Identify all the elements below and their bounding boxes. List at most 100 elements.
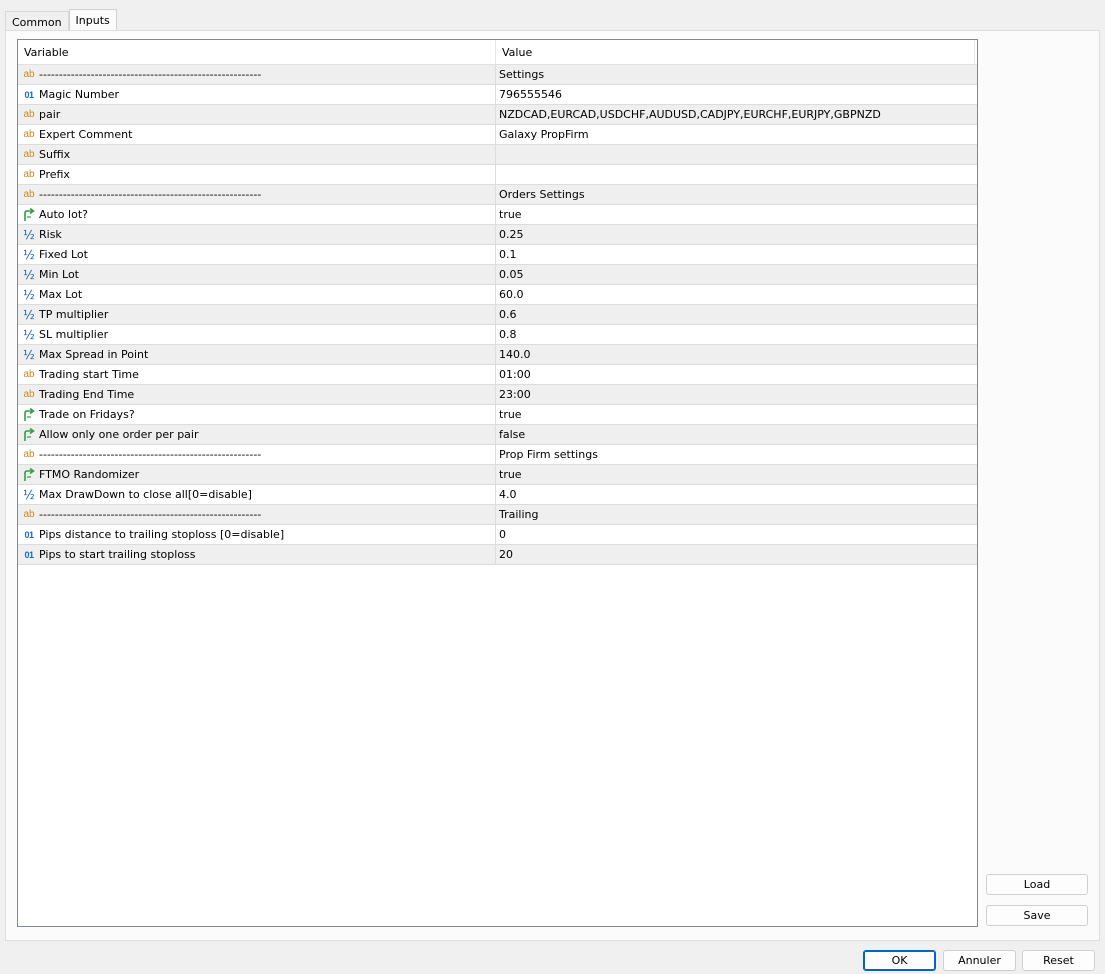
- variable-cell: ab Prefix: [18, 165, 496, 184]
- table-row[interactable]: ½ Max Spread in Point 140.0: [18, 345, 977, 365]
- table-row[interactable]: ab Expert Comment Galaxy PropFirm: [18, 125, 977, 145]
- value-cell[interactable]: true: [496, 205, 977, 224]
- table-row[interactable]: 01 Pips to start trailing stoploss 20: [18, 545, 977, 565]
- variable-cell: ab Trading start Time: [18, 365, 496, 384]
- variable-label: Pips distance to trailing stoploss [0=di…: [39, 528, 285, 541]
- tab-inputs[interactable]: Inputs: [68, 9, 117, 31]
- variable-cell: ½ Min Lot: [18, 265, 496, 284]
- table-row[interactable]: ½ Risk 0.25: [18, 225, 977, 245]
- variable-cell: ½ Fixed Lot: [18, 245, 496, 264]
- load-button[interactable]: Load: [986, 874, 1088, 895]
- value-cell[interactable]: 140.0: [496, 345, 977, 364]
- variable-cell: ½ TP multiplier: [18, 305, 496, 324]
- table-row[interactable]: ½ SL multiplier 0.8: [18, 325, 977, 345]
- table-row[interactable]: ab --------------------------------------…: [18, 65, 977, 85]
- value-cell[interactable]: 20: [496, 545, 977, 564]
- value-cell[interactable]: 796555546: [496, 85, 977, 104]
- variable-label: FTMO Randomizer: [39, 468, 140, 481]
- half-icon: ½: [23, 247, 35, 262]
- cancel-button[interactable]: Annuler: [943, 950, 1016, 971]
- value-cell[interactable]: [496, 145, 977, 164]
- value-cell[interactable]: true: [496, 465, 977, 484]
- value-cell[interactable]: 0.25: [496, 225, 977, 244]
- table-row[interactable]: ab Suffix: [18, 145, 977, 165]
- value-cell[interactable]: Prop Firm settings: [496, 445, 977, 464]
- half-icon: ½: [23, 307, 35, 322]
- variable-cell: ab Expert Comment: [18, 125, 496, 144]
- value-cell[interactable]: 0.6: [496, 305, 977, 324]
- variable-label: pair: [39, 108, 61, 121]
- value-cell[interactable]: [496, 165, 977, 184]
- value-cell[interactable]: Galaxy PropFirm: [496, 125, 977, 144]
- table-row[interactable]: 01 Magic Number 796555546: [18, 85, 977, 105]
- variable-cell: 01 Magic Number: [18, 85, 496, 104]
- half-icon: ½: [23, 227, 35, 242]
- table-row[interactable]: ½ Fixed Lot 0.1: [18, 245, 977, 265]
- table-row[interactable]: FTMO Randomizer true: [18, 465, 977, 485]
- variable-cell: ab Trading End Time: [18, 385, 496, 404]
- value-cell[interactable]: true: [496, 405, 977, 424]
- variable-cell: Trade on Fridays?: [18, 405, 496, 424]
- ab-icon: ab: [23, 168, 35, 180]
- value-cell[interactable]: 0.8: [496, 325, 977, 344]
- grid-header: Variable Value: [18, 40, 977, 65]
- value-cell[interactable]: 0.05: [496, 265, 977, 284]
- value-cell[interactable]: 60.0: [496, 285, 977, 304]
- table-row[interactable]: Auto lot? true: [18, 205, 977, 225]
- value-cell[interactable]: Trailing: [496, 505, 977, 524]
- bool-arrow-icon: [22, 407, 36, 422]
- variable-cell: FTMO Randomizer: [18, 465, 496, 484]
- table-row[interactable]: ab Trading End Time 23:00: [18, 385, 977, 405]
- tab-bar: Common Inputs: [5, 9, 117, 32]
- table-row[interactable]: Trade on Fridays? true: [18, 405, 977, 425]
- save-button[interactable]: Save: [986, 905, 1088, 926]
- variable-cell: ab --------------------------------------…: [18, 445, 496, 464]
- table-row[interactable]: Allow only one order per pair false: [18, 425, 977, 445]
- variable-label: ----------------------------------------…: [39, 508, 262, 521]
- ab-icon: ab: [23, 128, 35, 140]
- variable-cell: ab Suffix: [18, 145, 496, 164]
- table-row[interactable]: ab Prefix: [18, 165, 977, 185]
- value-cell[interactable]: Orders Settings: [496, 185, 977, 204]
- table-row[interactable]: ½ Max DrawDown to close all[0=disable] 4.0: [18, 485, 977, 505]
- ab-icon: ab: [23, 448, 35, 460]
- variable-label: ----------------------------------------…: [39, 68, 262, 81]
- table-row[interactable]: ab --------------------------------------…: [18, 505, 977, 525]
- variable-label: Magic Number: [39, 88, 120, 101]
- ab-icon: ab: [23, 188, 35, 200]
- half-icon: ½: [23, 327, 35, 342]
- ab-icon: ab: [23, 148, 35, 160]
- value-cell[interactable]: Settings: [496, 65, 977, 84]
- variable-cell: ab --------------------------------------…: [18, 505, 496, 524]
- value-cell[interactable]: 01:00: [496, 365, 977, 384]
- ab-icon: ab: [23, 368, 35, 380]
- value-cell[interactable]: false: [496, 425, 977, 444]
- inputs-grid: Variable Value ab -----------------------…: [17, 39, 978, 927]
- table-row[interactable]: ab --------------------------------------…: [18, 185, 977, 205]
- value-cell[interactable]: 23:00: [496, 385, 977, 404]
- variable-label: Expert Comment: [39, 128, 133, 141]
- variable-cell: ab pair: [18, 105, 496, 124]
- value-cell[interactable]: 0.1: [496, 245, 977, 264]
- value-cell[interactable]: 0: [496, 525, 977, 544]
- variable-cell: Auto lot?: [18, 205, 496, 224]
- column-header-variable[interactable]: Variable: [18, 40, 496, 64]
- variable-label: Trade on Fridays?: [39, 408, 135, 421]
- half-icon: ½: [23, 347, 35, 362]
- table-row[interactable]: 01 Pips distance to trailing stoploss [0=…: [18, 525, 977, 545]
- reset-button[interactable]: Reset: [1022, 950, 1095, 971]
- grid-rows: ab --------------------------------------…: [18, 65, 977, 565]
- table-row[interactable]: ½ Max Lot 60.0: [18, 285, 977, 305]
- table-row[interactable]: ab pair NZDCAD,EURCAD,USDCHF,AUDUSD,CADJPY…: [18, 105, 977, 125]
- value-cell[interactable]: 4.0: [496, 485, 977, 504]
- table-row[interactable]: ½ Min Lot 0.05: [18, 265, 977, 285]
- value-cell[interactable]: NZDCAD,EURCAD,USDCHF,AUDUSD,CADJPY,EURCH…: [496, 105, 977, 124]
- table-row[interactable]: ab Trading start Time 01:00: [18, 365, 977, 385]
- variable-label: Min Lot: [39, 268, 79, 281]
- table-row[interactable]: ½ TP multiplier 0.6: [18, 305, 977, 325]
- table-row[interactable]: ab --------------------------------------…: [18, 445, 977, 465]
- column-header-value[interactable]: Value: [496, 40, 975, 64]
- variable-cell: ½ Max Lot: [18, 285, 496, 304]
- ok-button[interactable]: OK: [863, 950, 936, 971]
- tab-common[interactable]: Common: [5, 11, 69, 32]
